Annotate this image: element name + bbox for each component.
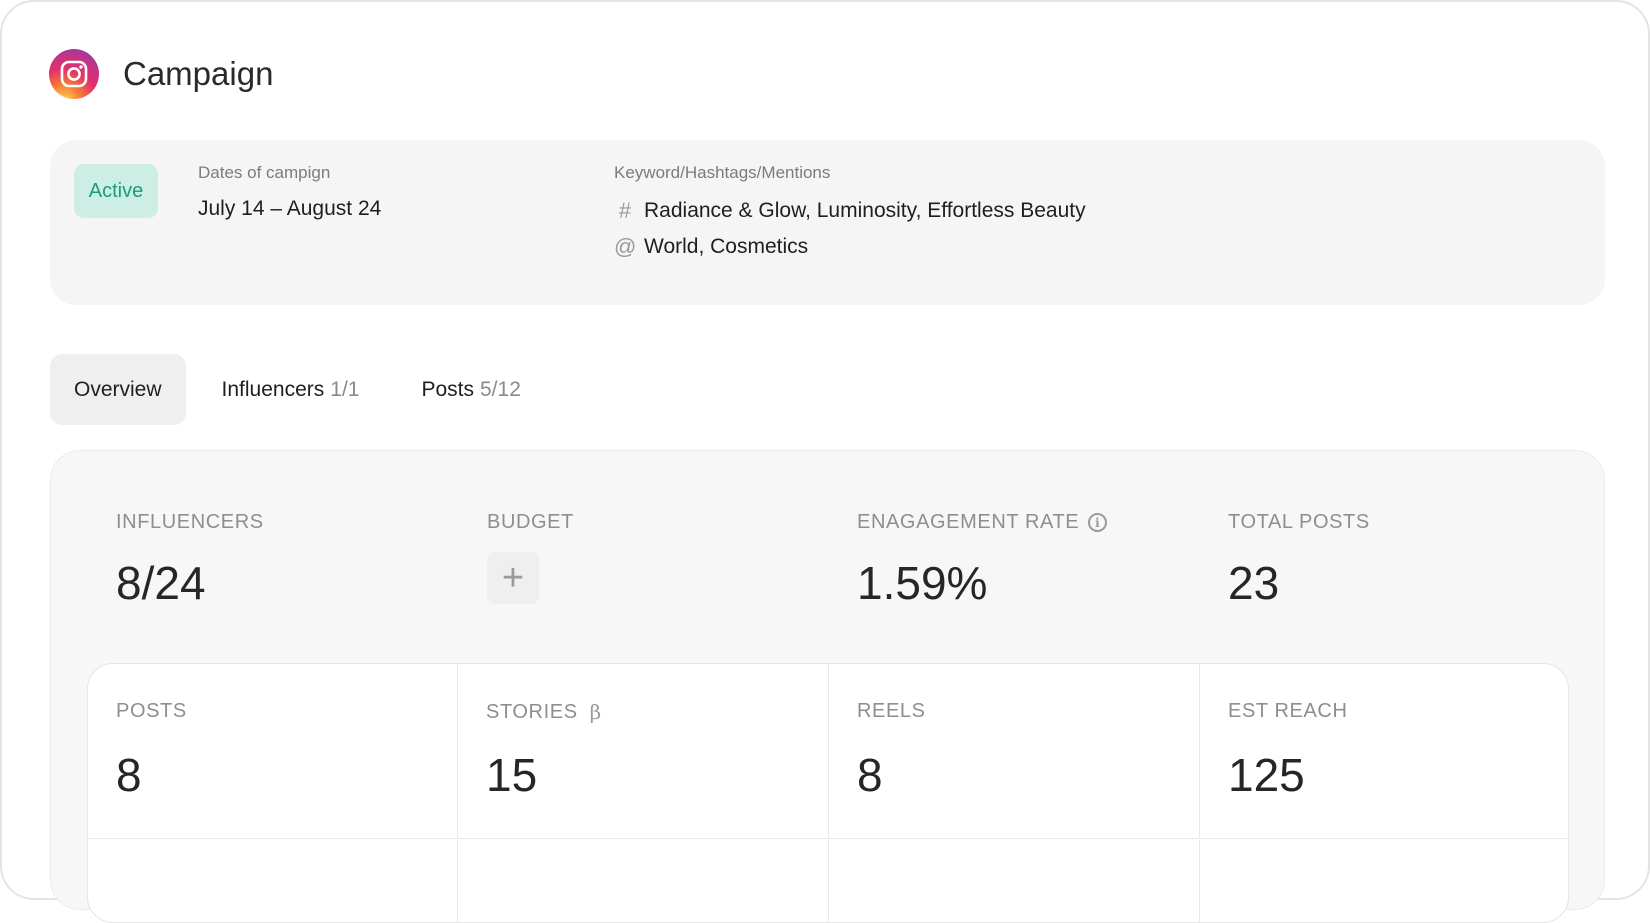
tab-bar: Overview Influencers 1/1 Posts 5/12 xyxy=(50,354,545,425)
hashtag-icon: # xyxy=(618,198,632,223)
instagram-icon xyxy=(49,49,99,99)
breakdown-stories-label: STORIES xyxy=(486,700,578,723)
breakdown-stories: STORIES β 15 xyxy=(458,664,829,839)
stat-engagement-value: 1.59% xyxy=(857,557,988,609)
stat-total-posts: TOTAL POSTS 23 xyxy=(1228,511,1370,610)
breakdown-posts-label: POSTS xyxy=(116,700,187,722)
status-badge: Active xyxy=(74,164,158,218)
breakdown-reels-value: 8 xyxy=(857,749,883,801)
breakdown-reach-value: 125 xyxy=(1228,749,1305,801)
breakdown-reels-label: REELS xyxy=(857,700,926,722)
tab-posts[interactable]: Posts 5/12 xyxy=(397,354,544,425)
keywords-label: Keyword/Hashtags/Mentions xyxy=(614,163,831,182)
dates-value: July 14 – August 24 xyxy=(198,197,382,220)
mentions-value: World, Cosmetics xyxy=(644,235,809,258)
tab-influencers[interactable]: Influencers 1/1 xyxy=(198,354,384,425)
stat-engagement-label: ENAGAGEMENT RATE xyxy=(857,511,1080,533)
mentions-row: @ World, Cosmetics xyxy=(614,234,808,260)
breakdown-row2-cell xyxy=(88,840,458,922)
stat-budget-label: BUDGET xyxy=(487,511,574,533)
stat-engagement: ENAGAGEMENT RATE i 1.59% xyxy=(857,511,1108,610)
hashtags-value: Radiance & Glow, Luminosity, Effortless … xyxy=(644,199,1086,222)
breakdown-stories-value: 15 xyxy=(486,749,538,801)
breakdown-posts: POSTS 8 xyxy=(88,664,458,839)
hashtags-row: # Radiance & Glow, Luminosity, Effortles… xyxy=(614,198,1086,224)
stat-budget: BUDGET + xyxy=(487,511,574,604)
tab-posts-label: Posts xyxy=(421,377,474,401)
tab-influencers-count: 1/1 xyxy=(330,377,360,401)
breakdown-row2-cell xyxy=(1200,840,1568,922)
info-icon[interactable]: i xyxy=(1088,513,1108,532)
breakdown-row2-cell xyxy=(458,840,829,922)
stat-influencers-label: INFLUENCERS xyxy=(116,511,264,533)
breakdown-row2-cell xyxy=(829,840,1200,922)
breakdown-reach-label: EST REACH xyxy=(1228,700,1348,722)
campaign-header: Campaign xyxy=(49,49,273,99)
page-title: Campaign xyxy=(123,55,274,92)
add-budget-button[interactable]: + xyxy=(487,552,539,604)
tab-posts-count: 5/12 xyxy=(480,377,521,401)
campaign-info-card: Active Dates of campign July 14 – August… xyxy=(50,140,1605,305)
beta-badge: β xyxy=(589,700,602,724)
content-breakdown-card: POSTS 8 STORIES β 15 REELS 8 EST REACH 1… xyxy=(87,663,1569,923)
tab-influencers-label: Influencers xyxy=(221,377,325,401)
stat-total-posts-value: 23 xyxy=(1228,557,1280,609)
stat-engagement-label-row: ENAGAGEMENT RATE i xyxy=(857,511,1108,534)
stat-influencers: INFLUENCERS 8/24 xyxy=(116,511,264,610)
stat-total-posts-label: TOTAL POSTS xyxy=(1228,511,1370,533)
breakdown-reach: EST REACH 125 xyxy=(1200,664,1568,839)
campaign-window: Campaign Active Dates of campign July 14… xyxy=(0,0,1650,923)
mention-icon: @ xyxy=(614,234,637,259)
tab-overview-label: Overview xyxy=(74,377,162,401)
overview-stats-panel: INFLUENCERS 8/24 BUDGET + ENAGAGEMENT RA… xyxy=(50,450,1605,923)
breakdown-reels: REELS 8 xyxy=(829,664,1200,839)
tab-overview[interactable]: Overview xyxy=(50,354,186,425)
breakdown-stories-label-row: STORIES β xyxy=(486,700,602,724)
breakdown-posts-value: 8 xyxy=(116,749,142,801)
stat-influencers-value: 8/24 xyxy=(116,557,206,609)
dates-label: Dates of campign xyxy=(198,163,331,182)
